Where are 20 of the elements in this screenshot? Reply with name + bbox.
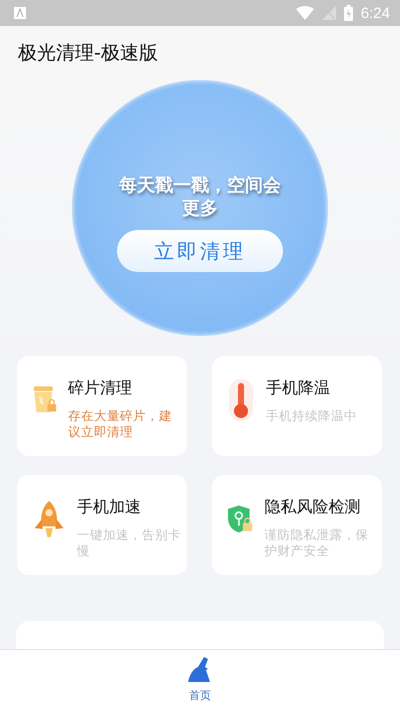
slogan: 每天戳一戳，空间会更多 [118, 174, 282, 220]
feature-title: 手机加速 [77, 497, 142, 518]
feature-tip: 存在大量碎片，建议立即清理 [68, 408, 174, 440]
feature-card[interactable]: 碎片清理 存在大量碎片，建议立即清理 [17, 356, 187, 456]
wifi-icon [296, 6, 314, 20]
home-tab[interactable]: 首页 [186, 650, 214, 711]
feature-tip: 手机持续降温中 [266, 408, 357, 424]
thermometer-icon [226, 378, 256, 422]
app-title: 极光清理-极速版 [18, 42, 158, 64]
feature-title: 隐私风险检测 [264, 497, 362, 518]
status-time: 6:24 [360, 4, 390, 22]
feature-title: 手机降温 [266, 378, 331, 399]
feature-tip: 谨防隐私泄露，保护财产安全 [264, 527, 370, 559]
feature-title: 碎片清理 [68, 378, 134, 399]
feature-card[interactable]: 隐私风险检测 谨防隐私泄露，保护财产安全 [212, 475, 382, 575]
feature-tip: 一键加速，告别卡慢 [77, 527, 182, 559]
feature-card[interactable]: 手机加速 一键加速，告别卡慢 [17, 475, 187, 575]
battery-icon [344, 5, 353, 21]
clean-now-button[interactable]: 立即清理 [117, 230, 283, 272]
feature-card[interactable]: 手机降温 手机持续降温中 [212, 356, 382, 456]
